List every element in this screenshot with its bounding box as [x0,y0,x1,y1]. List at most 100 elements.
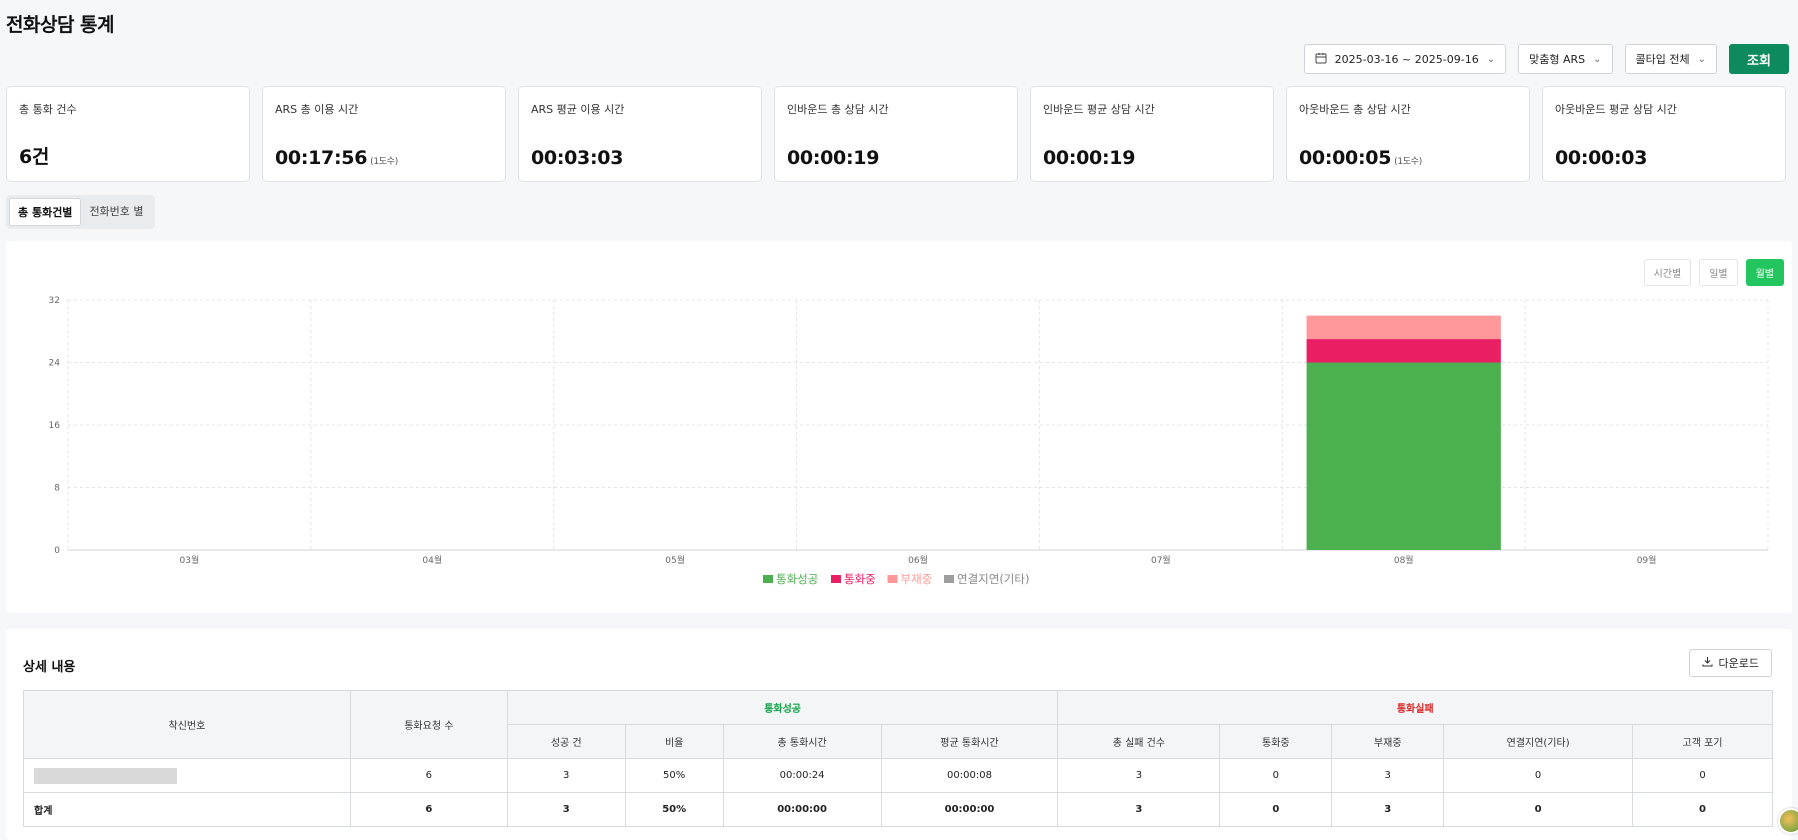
cell-abandon: 0 [1632,792,1773,827]
download-button[interactable]: 다운로드 [1688,649,1772,677]
cell-absent: 3 [1331,758,1445,793]
cell-busy: 0 [1219,792,1333,827]
cell-fail-total: 3 [1057,792,1221,827]
cell-avg-time: 00:00:08 [880,758,1059,793]
bar-통화중 [1306,339,1501,363]
cell-fail-total: 3 [1057,758,1221,793]
stat-card-ars-avg-time: ARS 평균 이용 시간 00:03:03 [518,86,762,182]
col-header-busy: 통화중 [1219,724,1333,759]
tab-by-phone-number[interactable]: 전화번호 별 [81,198,151,226]
stat-cards: 총 통화 건수 6건 ARS 총 이용 시간 00:17:56 (1도수) ARS… [6,86,1786,182]
col-header-number: 착신번호 [23,690,351,759]
col-header-ratio: 비율 [624,724,724,759]
call-type-value: 콜타입 전체 [1635,53,1690,66]
stat-card-total-calls: 총 통화 건수 6건 [6,86,250,182]
monthly-call-chart: 0 8 16 24 32 03월 04월 05월 06월 07월 08월 09월통화성공 통화중 부재중 연… [49,296,1769,586]
table-total-row: 합계 6 3 50% 00:00:00 00:00:00 3 0 3 0 0 [23,792,1773,827]
cell-delay: 0 [1443,758,1634,793]
legend-label: 통화성공 [776,572,818,586]
search-button[interactable]: 조회 [1729,44,1789,74]
stat-value: 00:00:05 (1도수) [1299,147,1422,169]
date-range-picker[interactable]: 2025-03-16 ~ 2025-09-16 ⌄ [1303,44,1507,74]
view-toggle: 총 통화건별 전화번호 별 [6,195,155,229]
y-tick-label: 0 [54,546,60,556]
x-tick-label: 06월 [908,554,928,566]
stat-value: 00:17:56 (1도수) [275,147,398,169]
cell-requests: 6 [349,792,508,827]
bar-부재중 [1306,315,1501,340]
stat-card-inbound-avg: 인바운드 평균 상담 시간 00:00:19 [1030,86,1274,182]
cell-total-label: 합계 [23,792,351,827]
masked-phone-number [34,767,177,784]
tab-by-total-calls[interactable]: 총 통화건별 [9,198,82,226]
col-header-success-count: 성공 건 [506,724,626,759]
date-range-value: 2025-03-16 ~ 2025-09-16 [1334,52,1479,66]
filter-bar: 2025-03-16 ~ 2025-09-16 ⌄ 맞춤형 ARS ⌄ 콜타입 … [1303,44,1789,74]
stat-label: ARS 평균 이용 시간 [531,103,625,116]
cell-total-time: 00:00:24 [722,758,882,793]
cell-number [23,758,351,793]
col-header-total-time: 총 통화시간 [722,724,882,759]
y-tick-label: 16 [49,421,61,431]
ars-type-select[interactable]: 맞춤형 ARS ⌄ [1518,44,1613,74]
stat-value: 00:00:19 [787,147,880,169]
stat-value: 00:00:19 [1043,147,1136,169]
cell-ratio: 50% [624,792,724,827]
stat-unit: (1도수) [1394,157,1422,167]
cell-abandon: 0 [1632,758,1773,793]
x-tick-label: 05월 [665,554,685,566]
stat-label: 아웃바운드 평균 상담 시간 [1555,103,1677,116]
chevron-down-icon: ⌄ [1697,53,1706,65]
cell-success: 3 [506,792,626,827]
col-header-abandon: 고객 포기 [1632,724,1773,759]
detail-panel: 상세 내용 다운로드 착신번호 통화요청 수 통화성공 통화실패 성공 건 비율… [6,629,1792,840]
calendar-icon [1315,52,1327,67]
chevron-down-icon: ⌄ [1593,53,1602,65]
stat-unit: (1도수) [370,157,398,167]
legend-label: 부재중 [901,572,933,586]
col-header-absent: 부재중 [1331,724,1445,759]
x-tick-label: 09월 [1637,554,1657,566]
stat-card-outbound-total: 아웃바운드 총 상담 시간 00:00:05 (1도수) [1286,86,1530,182]
col-header-requests: 통화요청 수 [349,690,508,759]
legend-label: 연결지연(기타) [957,572,1029,586]
table-row: 6 3 50% 00:00:24 00:00:08 3 0 3 0 0 [23,758,1773,793]
x-tick-label: 03월 [180,554,200,566]
legend-swatch [831,575,841,583]
download-label: 다운로드 [1718,657,1759,670]
detail-title: 상세 내용 [23,660,76,675]
stat-label: 인바운드 총 상담 시간 [787,103,889,116]
detail-table: 착신번호 통화요청 수 통화성공 통화실패 성공 건 비율 총 통화시간 평균 … [23,690,1773,827]
stat-card-ars-total-time: ARS 총 이용 시간 00:17:56 (1도수) [262,86,506,182]
ars-type-value: 맞춤형 ARS [1529,53,1586,66]
stat-value: 00:03:03 [531,147,624,169]
stat-card-outbound-avg: 아웃바운드 평균 상담 시간 00:00:03 [1542,86,1786,182]
y-tick-label: 8 [54,484,60,494]
col-header-avg-time: 평균 통화시간 [880,724,1059,759]
cell-ratio: 50% [624,758,724,793]
assistant-avatar[interactable] [1778,808,1798,834]
cell-busy: 0 [1219,758,1333,793]
cell-delay: 0 [1443,792,1634,827]
col-group-success: 통화성공 [506,690,1059,725]
cell-avg-time: 00:00:00 [880,792,1059,827]
x-tick-label: 07월 [1151,554,1171,566]
cell-absent: 3 [1331,792,1445,827]
legend-swatch [763,575,773,583]
stat-label: ARS 총 이용 시간 [275,103,359,116]
stat-card-inbound-total: 인바운드 총 상담 시간 00:00:19 [774,86,1018,182]
col-group-failure: 통화실패 [1057,690,1773,725]
page-title: 전화상담 통계 [6,14,115,36]
cell-requests: 6 [349,758,508,793]
chevron-down-icon: ⌄ [1486,53,1496,65]
legend-swatch [887,575,898,583]
y-tick-label: 32 [49,296,60,306]
stat-label: 인바운드 평균 상담 시간 [1043,103,1155,116]
call-type-select[interactable]: 콜타입 전체 ⌄ [1624,44,1717,74]
stat-value: 00:00:03 [1555,147,1648,169]
y-tick-label: 24 [49,359,61,369]
legend-swatch [944,575,954,583]
cell-success: 3 [506,758,626,793]
stat-value: 6건 [19,146,50,168]
cell-total-time: 00:00:00 [722,792,882,827]
